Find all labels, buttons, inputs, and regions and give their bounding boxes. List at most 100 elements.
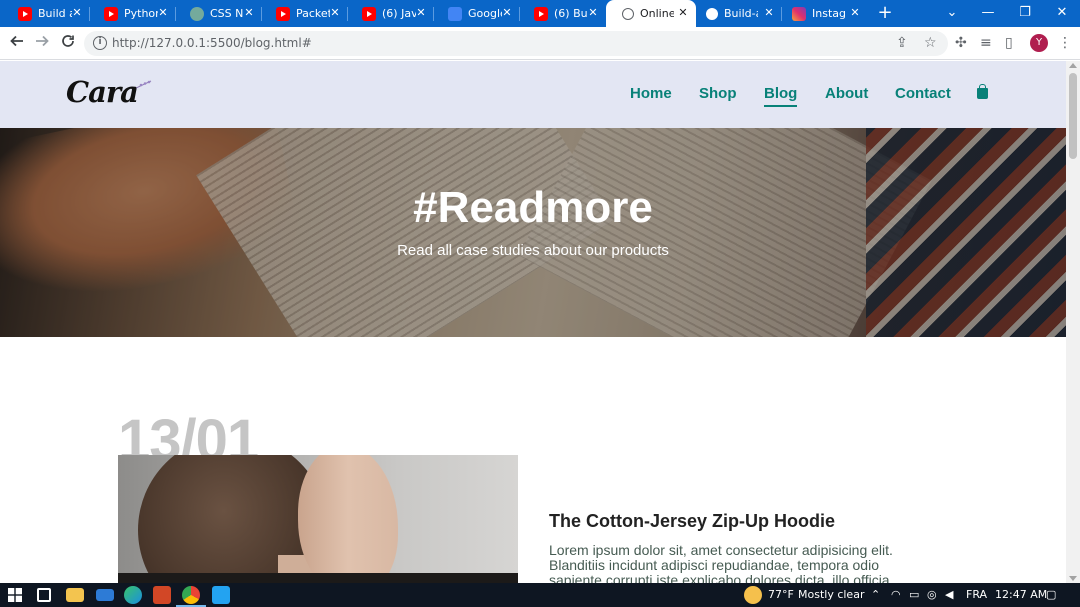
close-icon[interactable]: ✕ bbox=[501, 7, 513, 19]
close-window-button[interactable]: ✕ bbox=[1044, 0, 1080, 27]
close-icon[interactable]: ✕ bbox=[849, 7, 861, 19]
tab-title: Build-an bbox=[724, 7, 758, 20]
back-button[interactable] bbox=[6, 32, 28, 54]
browser-tab[interactable]: Python | ✕ bbox=[88, 0, 176, 27]
notification-icon[interactable]: ▢ bbox=[1046, 588, 1056, 601]
page-viewport: Cara Home Shop Blog About Contact #Readm… bbox=[0, 61, 1066, 583]
close-icon[interactable]: ✕ bbox=[157, 7, 169, 19]
powerpoint-icon[interactable] bbox=[153, 586, 171, 604]
lavender-sprig-icon bbox=[135, 80, 152, 89]
blog-post-image bbox=[118, 455, 518, 583]
nav-blog[interactable]: Blog bbox=[764, 85, 798, 107]
nav-shop[interactable]: Shop bbox=[699, 85, 737, 102]
tab-title: (6) Build bbox=[554, 7, 588, 20]
tab-search-icon[interactable]: ⌄ bbox=[934, 0, 970, 27]
scrollbar-thumb[interactable] bbox=[1069, 73, 1077, 159]
weather-description[interactable]: Mostly clear bbox=[798, 588, 864, 601]
browser-tab-active[interactable]: Online S ✕ bbox=[606, 0, 696, 27]
mail-icon[interactable] bbox=[96, 589, 114, 601]
edge-icon[interactable] bbox=[124, 586, 142, 604]
browser-tab[interactable]: Packet T ✕ bbox=[260, 0, 348, 27]
reload-button[interactable] bbox=[57, 32, 79, 54]
site-logo[interactable]: Cara bbox=[66, 75, 152, 109]
input-language[interactable]: FRA bbox=[966, 588, 987, 601]
chrome-icon[interactable] bbox=[182, 586, 200, 604]
windows-taskbar: 77°F Mostly clear ⌃ ◠ ▭ ◎ ◀ FRA 12:47 AM… bbox=[0, 583, 1080, 607]
chatgpt-icon bbox=[190, 6, 204, 21]
site-info-icon[interactable]: i bbox=[93, 36, 107, 50]
globe-icon bbox=[622, 7, 634, 20]
menu-kebab-icon[interactable]: ⋮ bbox=[1058, 35, 1072, 51]
side-panel-icon[interactable]: ▯ bbox=[1005, 35, 1013, 51]
close-icon[interactable]: ✕ bbox=[329, 7, 341, 19]
tab-title: Google bbox=[468, 7, 502, 20]
arrow-left-icon bbox=[10, 35, 23, 47]
site-header: Cara Home Shop Blog About Contact bbox=[0, 61, 1066, 128]
google-translate-icon bbox=[448, 6, 462, 21]
share-icon[interactable]: ⇪ bbox=[896, 35, 908, 51]
tab-title: (6) JavaS bbox=[382, 7, 416, 20]
extensions-icon[interactable]: ✣ bbox=[955, 35, 967, 51]
scroll-up-icon[interactable] bbox=[1069, 63, 1077, 68]
chevron-up-icon[interactable]: ⌃ bbox=[871, 588, 880, 601]
address-bar[interactable]: i http://127.0.0.1:5500/blog.html# ⇪ ☆ bbox=[84, 31, 948, 56]
image-clothing-shape bbox=[118, 573, 518, 583]
close-icon[interactable]: ✕ bbox=[587, 7, 599, 19]
tab-title: Online S bbox=[640, 7, 674, 20]
weather-temperature[interactable]: 77°F bbox=[768, 588, 794, 601]
media-control-icon[interactable]: ≡ bbox=[980, 35, 992, 51]
hero-subheading: Read all case studies about our products bbox=[397, 242, 669, 259]
scroll-down-icon[interactable] bbox=[1069, 576, 1077, 581]
vscode-icon[interactable] bbox=[212, 586, 230, 604]
page-scrollbar[interactable] bbox=[1066, 61, 1080, 583]
nav-about[interactable]: About bbox=[825, 85, 868, 102]
tab-title: Packet T bbox=[296, 7, 330, 20]
blog-post-title: The Cotton-Jersey Zip-Up Hoodie bbox=[549, 511, 836, 531]
blog-hero-banner: #Readmore Read all case studies about ou… bbox=[0, 128, 1066, 337]
browser-tab[interactable]: Google ✕ bbox=[432, 0, 520, 27]
browser-toolbar: i http://127.0.0.1:5500/blog.html# ⇪ ☆ ✣… bbox=[0, 27, 1080, 60]
windows-start-icon[interactable] bbox=[8, 588, 22, 602]
bookmark-star-icon[interactable]: ☆ bbox=[924, 35, 937, 51]
reload-icon bbox=[62, 35, 74, 47]
shopping-bag-icon[interactable] bbox=[977, 84, 988, 99]
wifi-icon[interactable]: ◠ bbox=[891, 588, 901, 601]
close-icon[interactable]: ✕ bbox=[763, 7, 775, 19]
meet-now-icon[interactable]: ◎ bbox=[927, 588, 937, 601]
youtube-icon bbox=[276, 6, 290, 21]
browser-tab[interactable]: (6) JavaS ✕ bbox=[346, 0, 434, 27]
browser-tab[interactable]: Build an ✕ bbox=[2, 0, 90, 27]
file-explorer-icon[interactable] bbox=[66, 588, 84, 602]
maximize-button[interactable]: ❐ bbox=[1007, 0, 1043, 27]
minimize-button[interactable]: — bbox=[970, 0, 1006, 27]
close-icon[interactable]: ✕ bbox=[243, 7, 255, 19]
browser-tab-strip: Build an ✕ Python | ✕ CSS Not ✕ Packet T… bbox=[0, 0, 1080, 27]
clock-time[interactable]: 12:47 AM bbox=[995, 588, 1047, 601]
arrow-right-icon bbox=[36, 35, 49, 47]
nav-contact[interactable]: Contact bbox=[895, 85, 951, 102]
github-icon bbox=[706, 7, 718, 20]
close-icon[interactable]: ✕ bbox=[71, 7, 83, 19]
tab-title: Instagra bbox=[812, 7, 846, 20]
browser-tab[interactable]: (6) Build ✕ bbox=[518, 0, 606, 27]
browser-tab[interactable]: CSS Not ✕ bbox=[174, 0, 262, 27]
close-icon[interactable]: ✕ bbox=[677, 7, 689, 19]
youtube-icon bbox=[104, 6, 118, 21]
speaker-icon[interactable]: ◀ bbox=[945, 588, 953, 601]
battery-icon[interactable]: ▭ bbox=[909, 588, 919, 601]
nav-home[interactable]: Home bbox=[630, 85, 672, 102]
forward-button[interactable] bbox=[31, 32, 53, 54]
close-icon[interactable]: ✕ bbox=[415, 7, 427, 19]
youtube-icon bbox=[18, 6, 32, 21]
blog-post-excerpt: Lorem ipsum dolor sit, amet consectetur … bbox=[549, 542, 893, 584]
tab-title: Python | bbox=[124, 7, 158, 20]
browser-tab[interactable]: Instagra ✕ bbox=[776, 0, 868, 27]
youtube-icon bbox=[362, 6, 376, 21]
browser-tab[interactable]: Build-an ✕ bbox=[690, 0, 782, 27]
task-view-icon[interactable] bbox=[37, 588, 51, 602]
new-tab-button[interactable]: + bbox=[876, 3, 894, 23]
tab-title: Build an bbox=[38, 7, 72, 20]
profile-avatar[interactable]: Y bbox=[1030, 34, 1048, 52]
url-text[interactable]: http://127.0.0.1:5500/blog.html# bbox=[112, 36, 312, 50]
weather-moon-icon[interactable] bbox=[744, 586, 762, 604]
